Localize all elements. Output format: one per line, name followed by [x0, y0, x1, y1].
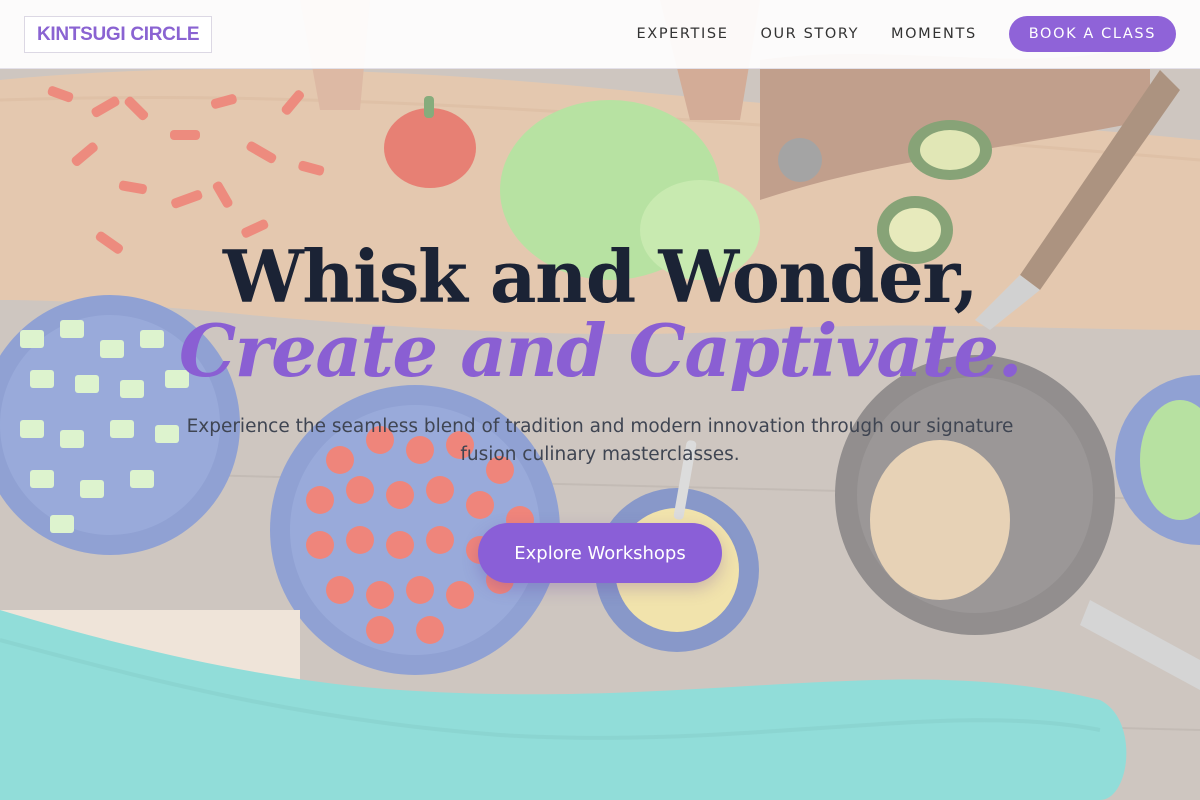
nav-link-expertise[interactable]: EXPERTISE — [637, 26, 729, 42]
brand-logo[interactable]: KINTSUGI CIRCLE — [24, 15, 213, 53]
hero-headline-line2: Create and Captivate. — [178, 308, 1023, 393]
book-class-button[interactable]: BOOK A CLASS — [1008, 16, 1176, 52]
nav-link-moments[interactable]: MOMENTS — [891, 26, 977, 42]
hero-section: Whisk and Wonder, Create and Captivate. … — [0, 235, 1200, 583]
explore-workshops-button[interactable]: Explore Workshops — [478, 523, 722, 583]
nav-links: EXPERTISE OUR STORY MOMENTS BOOK A CLASS — [605, 16, 1176, 52]
hero-headline-line1: Whisk and Wonder, — [222, 234, 979, 319]
hero-subtitle: Experience the seamless blend of traditi… — [186, 416, 1014, 465]
top-navbar: KINTSUGI CIRCLE EXPERTISE OUR STORY MOME… — [0, 0, 1200, 69]
nav-link-our-story[interactable]: OUR STORY — [760, 26, 859, 42]
